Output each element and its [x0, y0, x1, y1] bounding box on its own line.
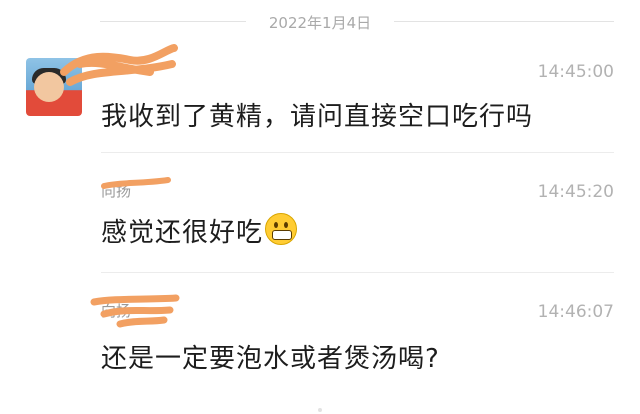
redacted-sender-name-1 [60, 42, 180, 94]
redacted-sender-name-2 [100, 176, 172, 192]
message-time-1: 14:45:00 [537, 62, 614, 82]
message-time-2: 14:45:20 [537, 182, 614, 202]
message-text-1[interactable]: 我收到了黄精，请问直接空口吃行吗 [101, 96, 533, 133]
message-text-2: 感觉还很好吃 [101, 218, 264, 248]
message-2[interactable]: 感觉还很好吃 [101, 212, 298, 249]
message-text-3[interactable]: 还是一定要泡水或者煲汤喝? [101, 338, 440, 375]
message-time-3: 14:46:07 [537, 302, 614, 322]
message-separator-1 [101, 152, 614, 153]
date-divider-text: 2022年1月4日 [268, 14, 372, 32]
grinning-face-icon [265, 213, 298, 245]
message-separator-2 [101, 272, 614, 273]
date-divider-line-right [394, 21, 614, 22]
date-divider-line-left [100, 21, 246, 22]
date-divider: 2022年1月4日 [0, 10, 640, 32]
scroll-indicator [318, 408, 322, 412]
redacted-sender-name-3 [90, 292, 180, 330]
